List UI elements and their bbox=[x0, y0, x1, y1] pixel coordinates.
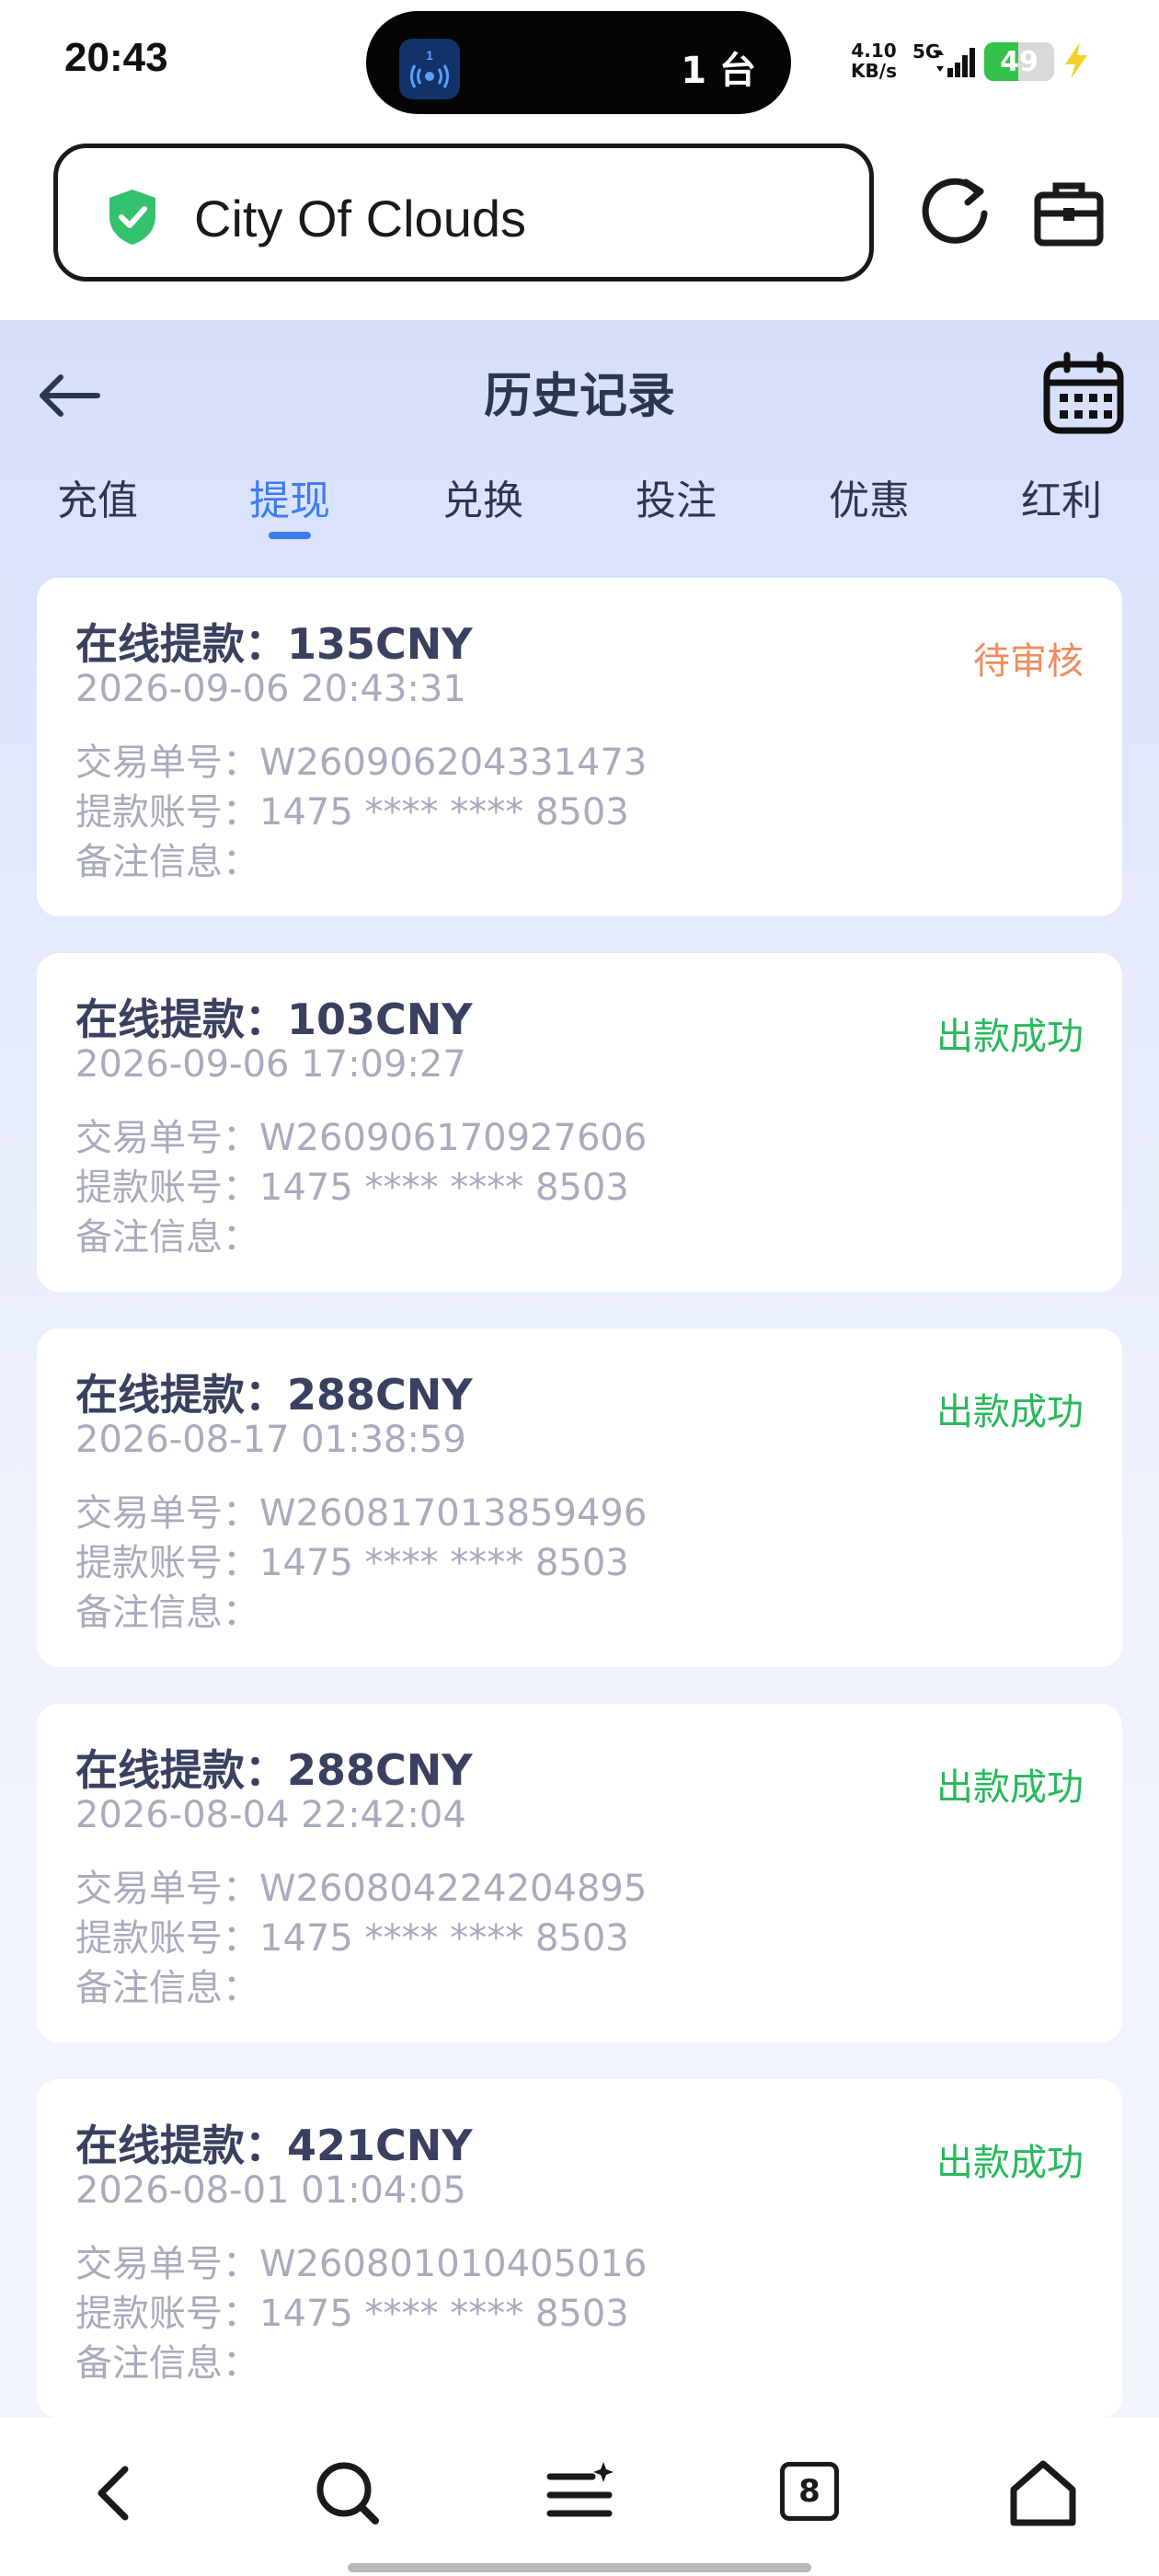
record-time: 2026-09-06 17:09:27 bbox=[75, 1043, 466, 1086]
record-account: 提款账号：1475 **** **** 8503 bbox=[75, 1542, 629, 1584]
net-speed-unit: KB/s bbox=[851, 60, 897, 82]
record-title: 在线提款：288CNY bbox=[75, 1745, 473, 1795]
record-remark: 备注信息： bbox=[75, 1967, 259, 2009]
status-time: 20:43 bbox=[64, 35, 168, 80]
search-icon[interactable] bbox=[304, 2449, 392, 2537]
tab-promotion[interactable]: 优惠 bbox=[796, 467, 943, 526]
address-bar[interactable]: City Of Clouds bbox=[53, 144, 874, 282]
record-account: 提款账号：1475 **** **** 8503 bbox=[75, 2293, 629, 2335]
charging-bolt-icon bbox=[1065, 42, 1087, 79]
dynamic-island[interactable]: 1 1 台 bbox=[366, 11, 791, 114]
record-card[interactable]: 在线提款：135CNY 待审核 2026-09-06 20:43:31 交易单号… bbox=[37, 578, 1122, 916]
record-remark: 备注信息： bbox=[75, 841, 259, 883]
toolbox-icon[interactable] bbox=[1027, 171, 1111, 256]
back-icon[interactable] bbox=[72, 2449, 160, 2537]
home-indicator bbox=[348, 2563, 811, 2572]
tab-recharge[interactable]: 充值 bbox=[24, 467, 171, 526]
record-status: 出款成功 bbox=[936, 1016, 1084, 1058]
record-title: 在线提款：135CNY bbox=[75, 619, 473, 669]
record-order-number: 交易单号：W260804224204895 bbox=[75, 1868, 648, 1910]
record-status: 出款成功 bbox=[936, 2142, 1084, 2184]
home-icon[interactable] bbox=[999, 2449, 1087, 2537]
record-title: 在线提款：103CNY bbox=[75, 995, 473, 1044]
calendar-icon[interactable] bbox=[1041, 351, 1126, 436]
battery-indicator: 49 bbox=[984, 42, 1054, 81]
record-status: 出款成功 bbox=[936, 1391, 1084, 1433]
battery-level: 49 bbox=[1000, 45, 1039, 78]
record-card[interactable]: 在线提款：421CNY 出款成功 2026-08-01 01:04:05 交易单… bbox=[37, 2079, 1122, 2418]
tab-count: 8 bbox=[780, 2462, 839, 2521]
record-order-number: 交易单号：W260906170927606 bbox=[75, 1117, 648, 1159]
island-badge: 1 bbox=[426, 48, 433, 63]
active-tab-indicator bbox=[269, 532, 311, 539]
record-time: 2026-08-01 01:04:05 bbox=[75, 2169, 466, 2212]
record-time: 2026-08-17 01:38:59 bbox=[75, 1419, 466, 1461]
tab-withdraw[interactable]: 提现 bbox=[216, 467, 363, 526]
withdraw-record-list: 在线提款：135CNY 待审核 2026-09-06 20:43:31 交易单号… bbox=[37, 578, 1122, 2418]
record-remark: 备注信息： bbox=[75, 1592, 259, 1634]
signal-icon bbox=[936, 48, 975, 77]
record-time: 2026-09-06 20:43:31 bbox=[75, 668, 466, 710]
net-speed-value: 4.10 bbox=[851, 40, 897, 62]
record-time: 2026-08-04 22:42:04 bbox=[75, 1794, 466, 1836]
island-app-icon: 1 bbox=[399, 39, 460, 99]
history-page: 历史记录 充值 提现 兑换 投注 优惠 红利 在线提款：135CNY 待审核 2… bbox=[0, 320, 1159, 2418]
record-order-number: 交易单号：W260906204331473 bbox=[75, 742, 648, 784]
record-tabs: 充值 提现 兑换 投注 优惠 红利 bbox=[0, 467, 1159, 541]
broadcast-icon: 1 bbox=[410, 48, 449, 88]
record-card[interactable]: 在线提款：103CNY 出款成功 2026-09-06 17:09:27 交易单… bbox=[37, 953, 1122, 1292]
record-account: 提款账号：1475 **** **** 8503 bbox=[75, 1917, 629, 1960]
address-text: City Of Clouds bbox=[194, 190, 526, 247]
record-order-number: 交易单号：W260801010405016 bbox=[75, 2243, 648, 2285]
record-order-number: 交易单号：W260817013859496 bbox=[75, 1492, 648, 1535]
tab-bonus[interactable]: 红利 bbox=[988, 467, 1135, 526]
record-status: 出款成功 bbox=[936, 1766, 1084, 1809]
record-remark: 备注信息： bbox=[75, 2342, 259, 2385]
island-count: 1 台 bbox=[681, 50, 756, 92]
page-title: 历史记录 bbox=[483, 369, 675, 424]
record-card[interactable]: 在线提款：288CNY 出款成功 2026-08-04 22:42:04 交易单… bbox=[37, 1704, 1122, 2042]
record-title: 在线提款：421CNY bbox=[75, 2121, 473, 2170]
record-remark: 备注信息： bbox=[75, 1216, 259, 1259]
tabs-icon[interactable]: 8 bbox=[767, 2449, 855, 2537]
record-account: 提款账号：1475 **** **** 8503 bbox=[75, 791, 629, 834]
status-bar: 20:43 1 1 台 4.10 KB/s 5G 49 bbox=[0, 0, 1159, 129]
record-status: 待审核 bbox=[973, 640, 1084, 683]
menu-icon[interactable] bbox=[535, 2449, 624, 2537]
tab-bet[interactable]: 投注 bbox=[602, 467, 750, 526]
net-speed: 4.10 KB/s bbox=[848, 40, 900, 81]
tab-exchange[interactable]: 兑换 bbox=[409, 467, 557, 526]
shield-check-icon bbox=[109, 190, 155, 245]
browser-bottom-nav: 8 bbox=[0, 2418, 1159, 2576]
record-account: 提款账号：1475 **** **** 8503 bbox=[75, 1167, 629, 1209]
refresh-icon[interactable] bbox=[912, 171, 997, 256]
record-card[interactable]: 在线提款：288CNY 出款成功 2026-08-17 01:38:59 交易单… bbox=[37, 1328, 1122, 1667]
record-title: 在线提款：288CNY bbox=[75, 1370, 473, 1420]
